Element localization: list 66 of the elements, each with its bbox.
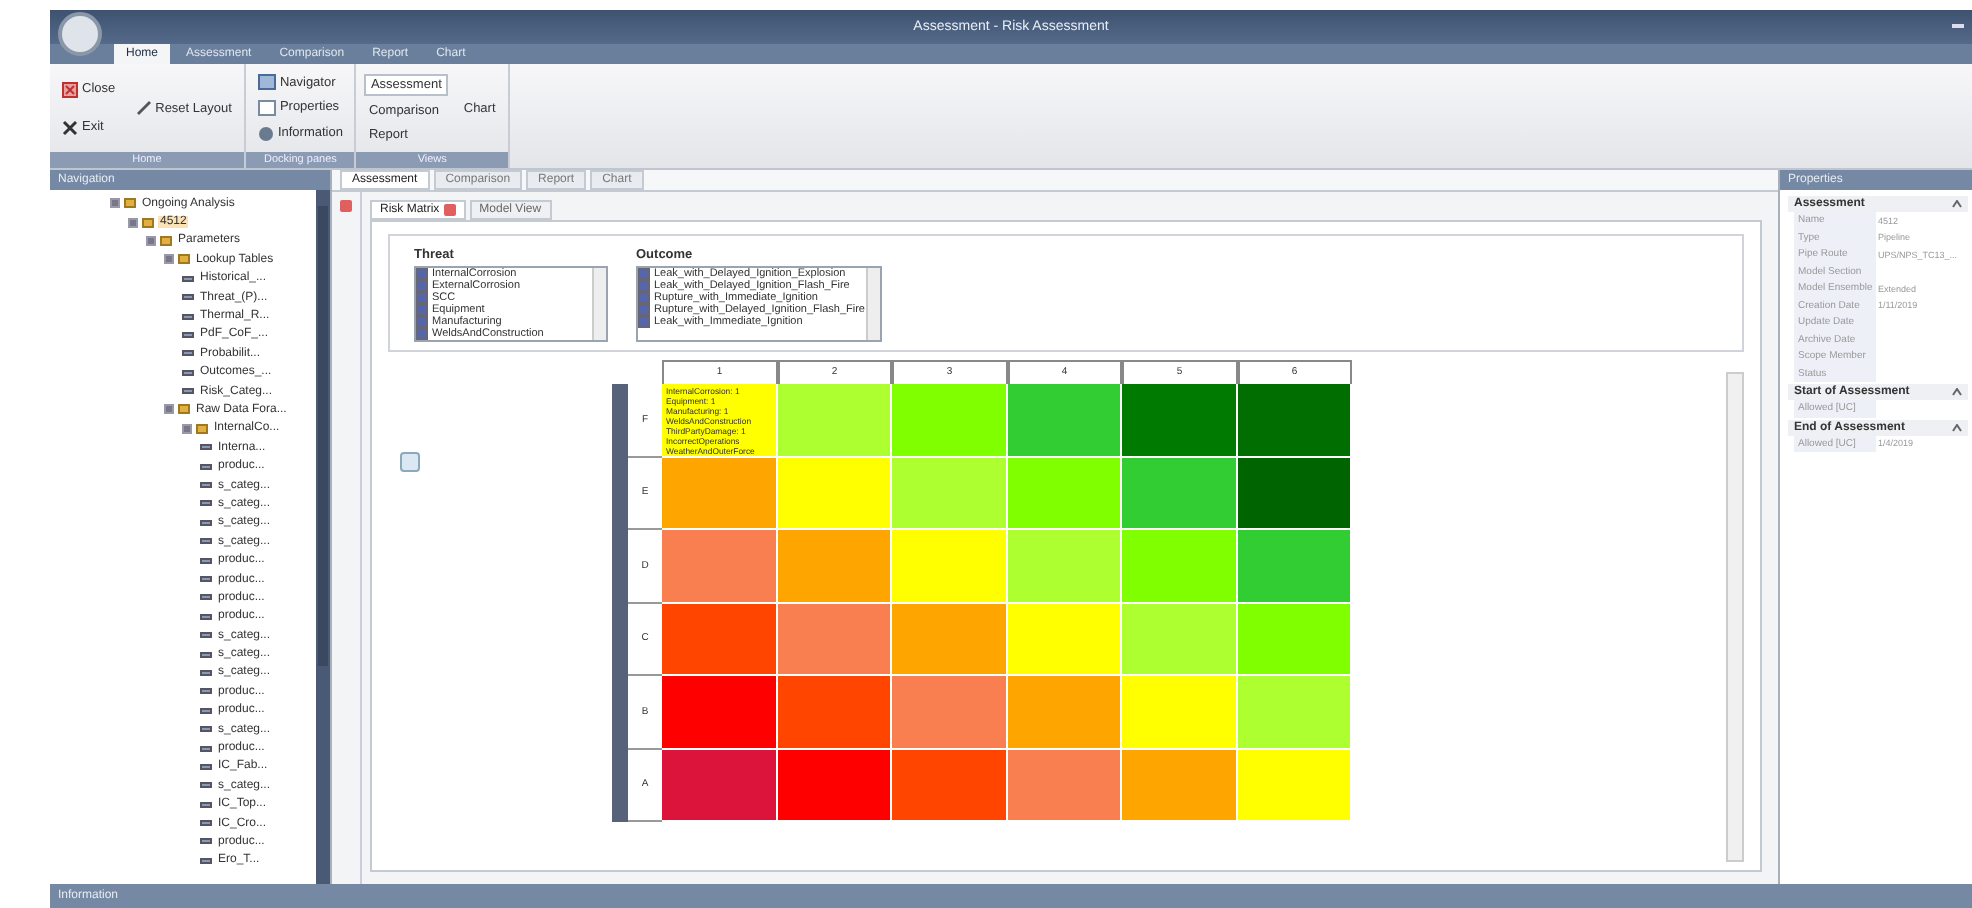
matrix-cell[interactable] — [662, 530, 777, 603]
checkbox[interactable] — [416, 268, 428, 280]
matrix-cell[interactable] — [1007, 676, 1122, 749]
chevron-icon[interactable] — [1952, 423, 1962, 431]
close-icon[interactable] — [443, 204, 456, 216]
matrix-cell[interactable] — [1237, 676, 1352, 749]
matrix-cell[interactable] — [1122, 384, 1237, 457]
checkbox[interactable] — [416, 280, 428, 292]
checkbox[interactable] — [638, 304, 650, 316]
matrix-cell[interactable] — [892, 676, 1007, 749]
checkbox[interactable] — [416, 328, 428, 340]
close-icon[interactable] — [340, 200, 352, 212]
matrix-cell[interactable] — [1237, 457, 1352, 530]
expand-toggle[interactable] — [182, 423, 192, 434]
matrix-cell[interactable] — [777, 530, 892, 603]
brush-icon — [135, 100, 152, 116]
matrix-cell[interactable] — [1007, 603, 1122, 676]
matrix-cell[interactable] — [1007, 384, 1122, 457]
chevron-icon[interactable] — [1952, 200, 1962, 208]
checkbox[interactable] — [638, 268, 650, 280]
splitter-handle[interactable] — [400, 452, 420, 472]
expand-toggle[interactable] — [128, 217, 138, 228]
expand-toggle[interactable] — [164, 254, 174, 265]
checkbox[interactable] — [638, 280, 650, 292]
checkbox[interactable] — [416, 292, 428, 304]
info-icon — [257, 125, 274, 142]
matrix-cell[interactable] — [1007, 749, 1122, 822]
matrix-cell[interactable] — [777, 384, 892, 457]
matrix-cell[interactable] — [1237, 749, 1352, 822]
app-logo-icon[interactable] — [58, 12, 102, 56]
matrix-cell[interactable] — [1122, 603, 1237, 676]
matrix-cell[interactable] — [662, 457, 777, 530]
matrix-cell[interactable] — [1007, 457, 1122, 530]
matrix-cell[interactable] — [1122, 676, 1237, 749]
exit-icon — [62, 119, 78, 135]
matrix-cell[interactable] — [777, 603, 892, 676]
matrix-cell[interactable] — [777, 749, 892, 822]
matrix-cell[interactable] — [892, 749, 1007, 822]
matrix-cell[interactable] — [1237, 530, 1352, 603]
matrix-cell[interactable] — [1122, 749, 1237, 822]
checkbox[interactable] — [416, 304, 428, 316]
matrix-cell[interactable] — [892, 530, 1007, 603]
matrix-cell[interactable] — [662, 676, 777, 749]
checkbox[interactable] — [638, 292, 650, 304]
chevron-icon[interactable] — [1952, 388, 1962, 396]
close-icon — [62, 81, 78, 97]
matrix-cell[interactable] — [1237, 603, 1352, 676]
matrix-cell[interactable] — [892, 603, 1007, 676]
matrix-cell[interactable] — [662, 749, 777, 822]
matrix-cell[interactable] — [1237, 384, 1352, 457]
scrollbar[interactable] — [316, 190, 330, 884]
expand-toggle[interactable] — [110, 198, 120, 209]
checkbox[interactable] — [416, 316, 428, 328]
matrix-cell[interactable] — [662, 603, 777, 676]
checkbox[interactable] — [638, 316, 650, 328]
scrollbar[interactable] — [1726, 372, 1744, 862]
expand-toggle[interactable] — [146, 235, 156, 246]
matrix-cell[interactable] — [1122, 530, 1237, 603]
matrix-cell[interactable] — [777, 457, 892, 530]
matrix-cell[interactable] — [892, 457, 1007, 530]
matrix-cell[interactable] — [1122, 457, 1237, 530]
matrix-cell[interactable] — [1007, 530, 1122, 603]
matrix-cell[interactable] — [777, 676, 892, 749]
minimize-icon[interactable] — [1952, 24, 1964, 28]
expand-toggle[interactable] — [164, 404, 174, 415]
matrix-cell[interactable] — [892, 384, 1007, 457]
